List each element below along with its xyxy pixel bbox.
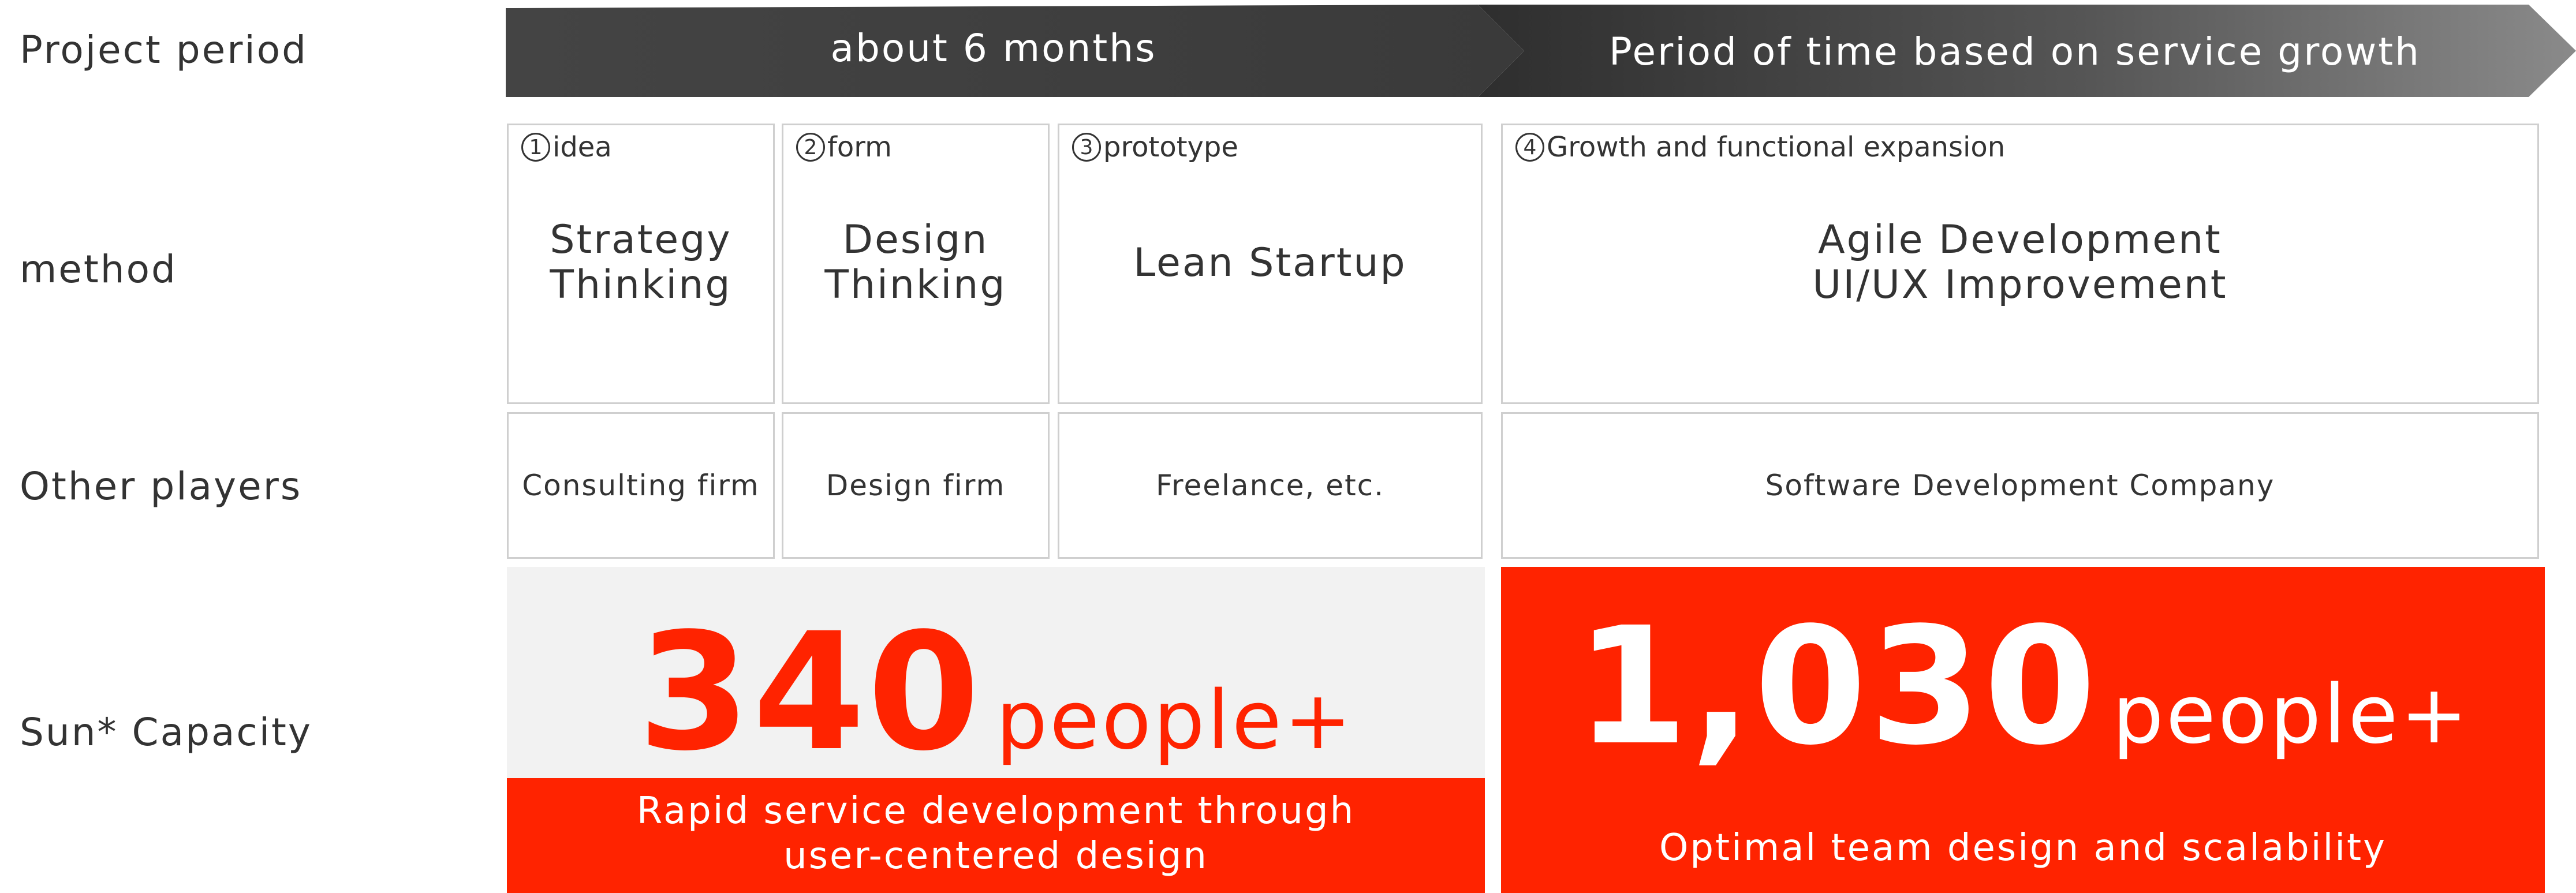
step-label-text: prototype — [1103, 131, 1238, 163]
player-box-design: Design firm — [782, 412, 1050, 559]
step-number-badge: 4 — [1515, 133, 1544, 162]
player-text: Freelance, etc. — [1155, 469, 1385, 502]
method-title: Design Thinking — [824, 217, 1007, 308]
step-label-prototype: 3 prototype — [1072, 131, 1238, 163]
period-left-label: about 6 months — [830, 25, 1157, 70]
method-box-agile: 4 Growth and functional expansion Agile D… — [1501, 124, 2539, 404]
method-box-design: 2 form Design Thinking — [782, 124, 1050, 404]
row-label-method: method — [20, 247, 177, 292]
row-label-capacity: Sun* Capacity — [20, 710, 312, 754]
capacity-left-figure: 340 people+ — [507, 612, 1485, 774]
step-number-badge: 1 — [521, 133, 550, 162]
capacity-right-figure: 1,030 people+ — [1501, 606, 2545, 768]
capacity-left-unit: people+ — [996, 674, 1354, 768]
method-title: Strategy Thinking — [550, 217, 732, 308]
player-box-freelance: Freelance, etc. — [1058, 412, 1483, 559]
capacity-right-unit: people+ — [2112, 668, 2470, 762]
period-right-label: Period of time based on service growth — [1609, 29, 2421, 74]
capacity-left-description: Rapid service development through user-c… — [636, 790, 1356, 877]
step-number-badge: 3 — [1072, 133, 1101, 162]
player-text: Consulting firm — [522, 469, 760, 502]
capacity-left-number: 340 — [637, 599, 983, 787]
method-title: Agile Development UI/UX Improvement — [1812, 217, 2228, 308]
capacity-panel-left: 340 people+ Rapid service development th… — [507, 567, 1485, 893]
step-label-form: 2 form — [796, 131, 892, 163]
step-label-text: form — [827, 131, 892, 163]
method-box-lean: 3 prototype Lean Startup — [1058, 124, 1483, 404]
row-label-other-players: Other players — [20, 464, 303, 509]
capacity-right-description: Optimal team design and scalability — [1659, 827, 2387, 869]
capacity-panel-right: 1,030 people+ Optimal team design and sc… — [1501, 567, 2545, 893]
method-box-strategy: 1 idea Strategy Thinking — [507, 124, 775, 404]
step-label-idea: 1 idea — [521, 131, 612, 163]
step-label-text: Growth and functional expansion — [1547, 131, 2006, 163]
player-box-software: Software Development Company — [1501, 412, 2539, 559]
player-text: Software Development Company — [1765, 469, 2275, 502]
step-label-growth: 4 Growth and functional expansion — [1515, 131, 2005, 163]
player-text: Design firm — [826, 469, 1006, 502]
step-number-badge: 2 — [796, 133, 825, 162]
capacity-right-number: 1,030 — [1576, 593, 2099, 781]
step-label-text: idea — [552, 131, 612, 163]
capacity-left-band: Rapid service development through user-c… — [507, 778, 1485, 893]
method-title: Lean Startup — [1133, 240, 1407, 286]
player-box-consulting: Consulting firm — [507, 412, 775, 559]
